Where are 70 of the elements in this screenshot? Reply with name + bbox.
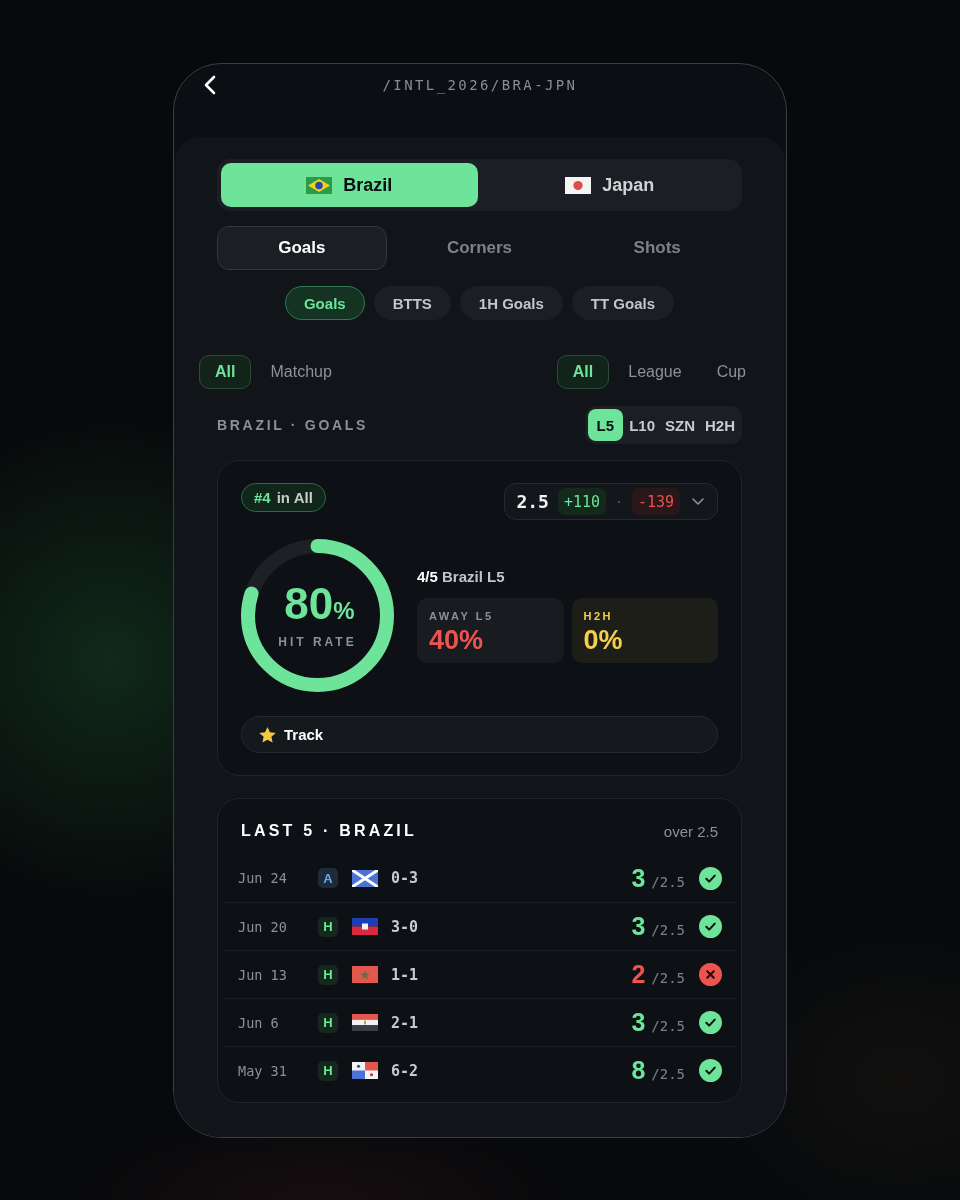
market-tab[interactable]: 1H Goals <box>459 286 563 320</box>
flag-icon <box>352 1014 378 1031</box>
team-tab[interactable]: Brazil <box>221 163 478 207</box>
period-tab[interactable]: H2H <box>701 409 739 441</box>
match-date: May 31 <box>238 1062 288 1079</box>
hit-rate-value: 80% <box>283 582 355 626</box>
match-date: Jun 6 <box>238 1014 280 1031</box>
goal-total: 8 <box>631 1058 646 1083</box>
filter-tab[interactable]: All <box>556 355 610 389</box>
goal-total: 3 <box>631 865 646 891</box>
star-icon <box>259 726 276 743</box>
team-tab[interactable]: Japan <box>481 163 738 207</box>
under-odds-tag: -139 <box>631 488 680 515</box>
venue-tag: A <box>318 868 338 888</box>
period-tab[interactable]: L10 <box>625 409 659 441</box>
hit-rate-label: HIT RATE <box>278 635 357 649</box>
venue-tag: H <box>318 1060 338 1081</box>
flag-icon <box>352 1062 378 1079</box>
match-date: Jun 20 <box>238 918 288 935</box>
rank-tag: #4 in All <box>241 483 326 512</box>
match-score: 3-0 <box>391 917 419 936</box>
flag-icon <box>352 918 378 935</box>
line-caption: over 2.5 <box>663 822 718 840</box>
flag-icon <box>352 869 378 887</box>
section-title: LAST 5 · BRAZIL <box>241 822 417 840</box>
line-label: /2.5 <box>651 1066 685 1082</box>
back-icon[interactable] <box>204 75 216 95</box>
match-date: Jun 24 <box>238 870 288 886</box>
period-tab[interactable]: SZN <box>661 409 699 441</box>
route-path: /INTL_2026/BRA-JPN <box>382 77 578 93</box>
track-button[interactable]: Track <box>241 716 718 753</box>
market-tab[interactable]: Goals <box>284 286 365 320</box>
filter-tab[interactable]: All <box>199 355 252 389</box>
flag-icon <box>306 176 333 194</box>
venue-tag: H <box>318 916 338 937</box>
section-title: BRAZIL · GOALS <box>217 417 369 433</box>
match-score: 6-2 <box>391 1061 419 1080</box>
line-dropdown[interactable]: 2.5 +110 · -139 <box>504 483 718 520</box>
chevron-down-icon <box>692 498 704 505</box>
record-text: 4/5 Brazil L5 <box>417 568 506 586</box>
line-label: /2.5 <box>651 873 685 890</box>
match-date: Jun 13 <box>238 966 288 983</box>
stat-tab[interactable]: Shots <box>572 226 742 270</box>
match-score: 2-1 <box>391 1013 419 1032</box>
venue-tag: H <box>318 1012 338 1033</box>
match-score: 1-1 <box>391 965 419 984</box>
market-tab[interactable]: BTTS <box>373 286 451 320</box>
goal-total: 3 <box>631 1010 646 1035</box>
match-score: 0-3 <box>391 869 419 887</box>
filter-tab[interactable]: Cup <box>700 355 762 389</box>
goal-total: 2 <box>631 962 646 987</box>
over-odds-tag: +110 <box>557 488 607 515</box>
filter-tab[interactable]: League <box>612 355 698 389</box>
flag-icon <box>352 966 378 983</box>
line-label: /2.5 <box>651 922 685 938</box>
stat-label: AWAY L5 <box>429 610 495 623</box>
line-label: /2.5 <box>651 970 685 986</box>
stat-value: 40% <box>429 626 485 654</box>
goal-total: 3 <box>631 914 646 939</box>
venue-tag: H <box>318 964 338 985</box>
line-label: /2.5 <box>651 1018 685 1034</box>
flag-icon <box>565 176 592 194</box>
odds-separator: · <box>615 494 623 509</box>
filter-tab[interactable]: Matchup <box>254 355 348 389</box>
stat-tab[interactable]: Corners <box>394 226 565 270</box>
stat-value: 0% <box>583 626 624 654</box>
period-tab[interactable]: L5 <box>587 409 624 441</box>
stat-label: H2H <box>583 610 614 623</box>
market-tab[interactable]: TT Goals <box>571 286 675 320</box>
stat-tab[interactable]: Goals <box>217 226 387 270</box>
